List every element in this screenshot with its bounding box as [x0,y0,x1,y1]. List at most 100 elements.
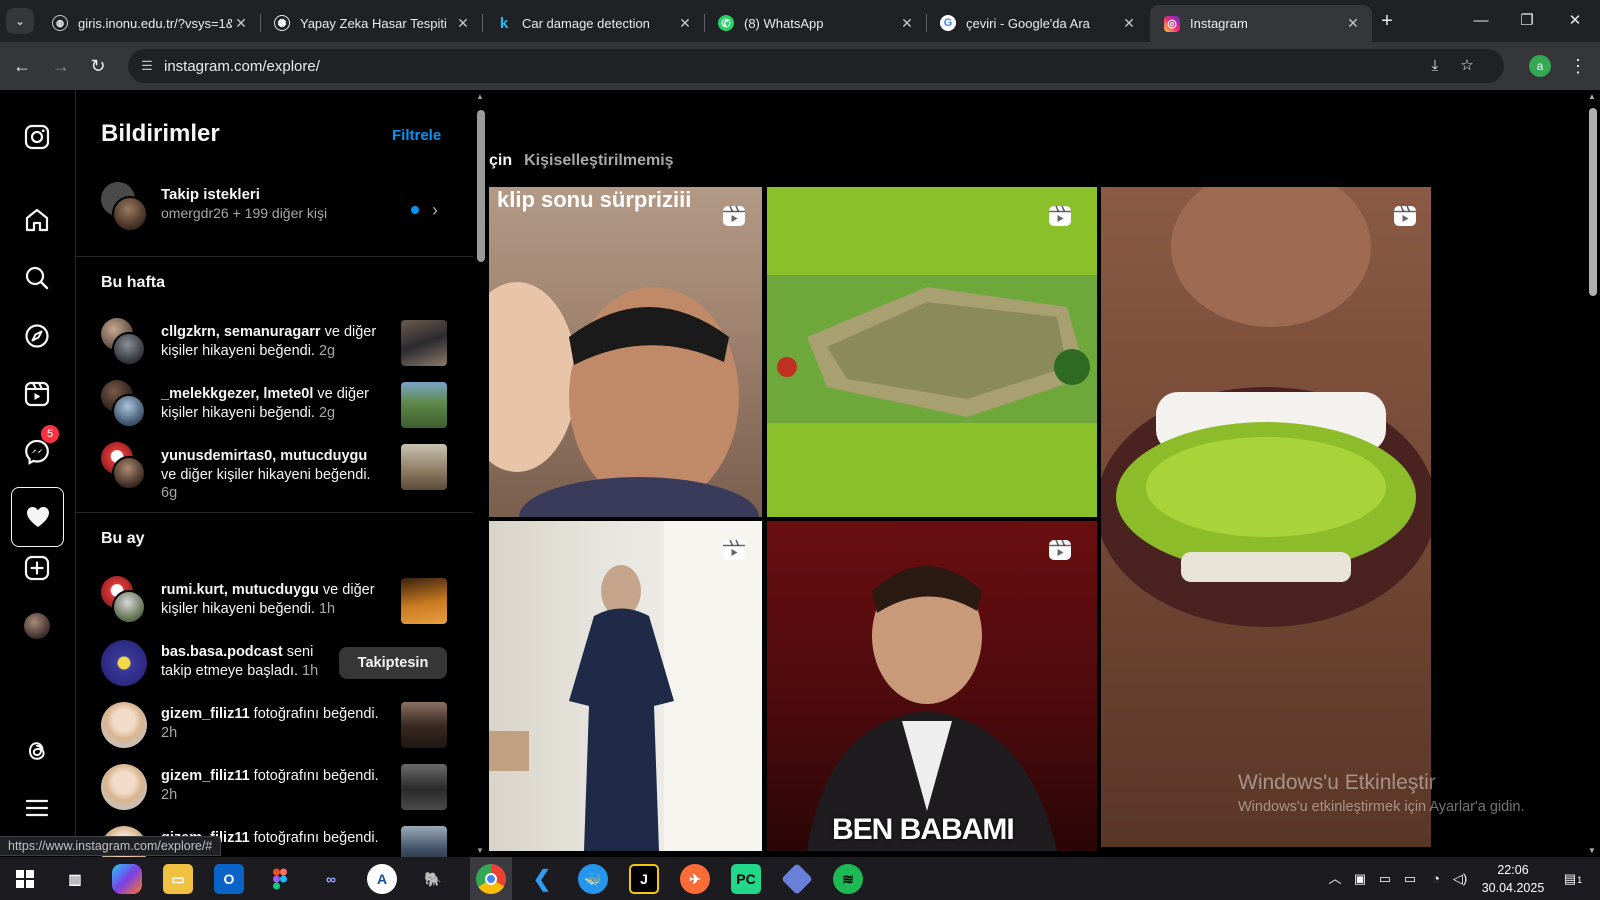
list-item[interactable]: bas.basa.podcast seni takip etmeye başla… [76,638,473,690]
tab-non-personalized[interactable]: Kişiselleştirilmemiş [524,152,673,169]
restore-button[interactable]: ❐ [1504,6,1550,36]
page-scrollbar[interactable]: ▲ ▼ [1585,90,1600,857]
system-clock[interactable]: 22:06 30.04.2025 [1478,861,1548,897]
instagram-logo-icon[interactable] [16,116,58,158]
notification-text: gizem_filiz11 fotoğrafını beğendi. 2h [161,706,379,741]
explore-reel-tile[interactable]: klip sonu sürpriziii [489,187,762,517]
post-thumbnail[interactable] [401,702,447,748]
tray-display-icon[interactable]: ▣ [1350,869,1370,889]
figma-icon[interactable] [265,864,295,894]
minimize-button[interactable]: — [1458,6,1504,36]
cube-app-icon[interactable] [781,863,813,895]
list-item[interactable]: yunusdemirtas0, mutucduygu ve diğer kişi… [76,442,473,501]
new-tab-button[interactable]: + [1374,9,1400,35]
create-post-icon[interactable] [16,547,58,589]
scrollbar-thumb[interactable] [1589,108,1597,296]
wifi-icon[interactable]: ◔ [1426,869,1446,889]
avatar [112,196,148,232]
scrollbar-thumb[interactable] [477,110,485,262]
jetbrains-icon[interactable]: J [629,864,659,894]
list-item[interactable]: gizem_filiz11 fotoğrafını beğendi. 2h [76,700,473,752]
follow-requests-row[interactable]: Takip istekleri omergdr26 + 199 diğer ki… [76,182,473,254]
outlook-icon[interactable]: O [214,864,244,894]
explore-reel-tile[interactable] [489,521,762,851]
explore-reel-tile[interactable] [767,187,1097,517]
tab-inonu[interactable]: ◍ giris.inonu.edu.tr/?vsys=1& ✕ [38,5,260,41]
post-thumbnail[interactable] [401,764,447,810]
copilot-icon[interactable] [112,864,142,894]
tab-whatsapp[interactable]: ✆ (8) WhatsApp ✕ [704,5,926,41]
infinity-app-icon[interactable]: ∞ [316,864,346,894]
explore-compass-icon[interactable] [16,315,58,357]
tab-yapay-zeka[interactable]: ✺ Yapay Zeka Hasar Tespiti ✕ [260,5,482,41]
task-view-icon[interactable]: ▥ [60,864,90,894]
close-tab-icon[interactable]: ✕ [898,15,916,32]
tab-google[interactable]: G çeviri - Google'da Ara ✕ [926,5,1148,41]
notification-center-icon[interactable]: ▤1 [1558,869,1588,889]
volume-icon[interactable]: ◁) [1450,869,1470,889]
tab-instagram[interactable]: ◎ Instagram ✕ [1150,5,1372,42]
back-button[interactable]: ← [8,52,36,80]
close-tab-icon[interactable]: ✕ [676,15,694,32]
tray-meet-icon[interactable]: ▭ [1375,869,1395,889]
explore-reel-tile[interactable] [1101,187,1431,847]
threads-icon[interactable] [16,730,58,772]
reload-button[interactable]: ↻ [84,52,112,80]
list-item[interactable]: _melekkgezer, lmete0l ve diğer kişiler h… [76,380,473,432]
close-window-button[interactable]: ✕ [1552,6,1598,36]
explore-reel-tile[interactable]: BEN BABAMI [767,521,1097,851]
chevron-right-icon[interactable]: › [432,200,438,221]
profile-nav[interactable] [16,605,58,647]
forward-button[interactable]: → [47,52,75,80]
reels-icon[interactable] [16,373,58,415]
notifications-heart-icon[interactable] [11,487,64,547]
panel-scrollbar[interactable]: ▲ ▼ [473,90,489,857]
chrome-icon[interactable] [476,864,506,894]
file-explorer-icon[interactable]: ▭ [163,864,193,894]
following-button[interactable]: Takiptesin [339,647,447,679]
messenger-icon[interactable]: 5 [16,425,59,473]
docker-icon[interactable]: 🐳 [578,864,608,894]
list-item[interactable]: cllgzkrn, semanuragarr ve diğer kişiler … [76,318,473,370]
tile-caption: klip sonu sürpriziii [497,187,692,212]
windows-start-icon[interactable] [10,864,40,894]
tray-overflow-icon[interactable]: ︿ [1325,869,1345,889]
url-text: instagram.com/explore/ [164,57,320,75]
list-item[interactable]: rumi.kurt, mutucduygu ve diğer kişiler h… [76,576,473,628]
profile-avatar[interactable]: a [1529,55,1551,77]
battery-icon[interactable]: ▭ [1400,869,1420,889]
story-thumbnail[interactable] [401,444,447,490]
browser-menu-icon[interactable]: ⋮ [1568,54,1588,78]
avatar [112,456,146,490]
close-tab-icon[interactable]: ✕ [1344,15,1362,32]
tab-search-button[interactable]: ⌄ [6,8,34,34]
list-item[interactable]: gizem_filiz11 fotoğrafını beğendi. 2h [76,762,473,814]
spotify-icon[interactable]: ≋ [833,864,863,894]
postgresql-icon[interactable]: 🐘 [418,864,448,894]
tab-for-you[interactable]: çin [489,152,512,169]
tab-car-damage[interactable]: k Car damage detection ✕ [482,5,704,41]
close-tab-icon[interactable]: ✕ [232,15,250,32]
notification-text: rumi.kurt, mutucduygu ve diğer kişiler h… [161,582,375,617]
story-thumbnail[interactable] [401,382,447,428]
close-tab-icon[interactable]: ✕ [1120,15,1138,32]
bookmark-star-icon[interactable]: ☆ [1456,56,1478,76]
home-icon[interactable] [16,199,58,241]
close-tab-icon[interactable]: ✕ [454,15,472,32]
android-studio-icon[interactable]: A [367,864,397,894]
install-app-icon[interactable]: ⤓ [1424,56,1446,76]
postman-icon[interactable]: ✈ [680,864,710,894]
vscode-icon[interactable]: ❮ [527,864,557,894]
more-menu-icon[interactable] [16,787,58,829]
story-thumbnail[interactable] [401,578,447,624]
address-bar[interactable]: ☰ instagram.com/explore/ ⤓ ☆ [128,49,1504,83]
pycharm-icon[interactable]: PC [731,864,761,894]
story-thumbnail[interactable] [401,320,447,366]
notification-text: bas.basa.podcast seni takip etmeye başla… [161,644,319,679]
notification-text: yunusdemirtas0, mutucduygu ve diğer kişi… [161,448,371,501]
search-icon[interactable] [16,257,58,299]
filter-button[interactable]: Filtrele [392,127,441,144]
windows-activation-text: Windows'u etkinleştirmek için Ayarlar'a … [1238,799,1525,815]
post-thumbnail[interactable] [401,826,447,857]
site-info-icon[interactable]: ☰ [138,57,156,75]
